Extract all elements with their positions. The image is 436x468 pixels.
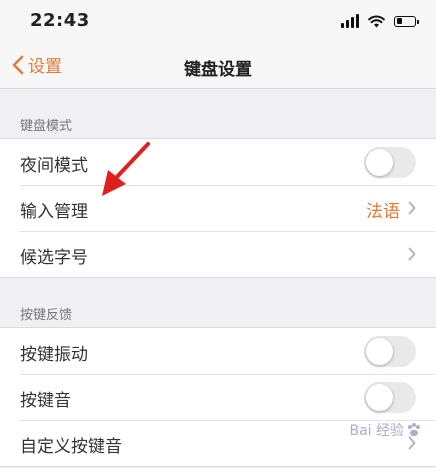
row-label: 夜间模式 — [20, 156, 88, 176]
baidu-watermark-logo: Bai 经验 — [349, 420, 422, 440]
row-key-sound[interactable]: 按键音 — [0, 374, 436, 420]
toggle-knob — [366, 149, 393, 176]
battery-level-fill — [396, 18, 402, 24]
key-vibration-toggle[interactable] — [364, 336, 416, 367]
row-label: 候选字号 — [20, 248, 88, 268]
row-input-management[interactable]: 输入管理 法语 — [0, 185, 436, 231]
key-sound-toggle[interactable] — [364, 382, 416, 413]
chevron-right-icon — [408, 247, 416, 261]
row-night-mode[interactable]: 夜间模式 — [0, 139, 436, 185]
group-key-feedback: 按键振动 按键音 自定义按键音 — [0, 327, 436, 467]
page-title: 键盘设置 — [184, 60, 252, 80]
chevron-right-icon — [408, 201, 416, 215]
wifi-icon — [368, 14, 385, 28]
toggle-knob — [366, 338, 393, 365]
section-header-key-feedback: 按键反馈 — [20, 308, 73, 323]
group-keyboard-mode: 夜间模式 输入管理 法语 候选字号 — [0, 138, 436, 278]
navigation-bar: 设置 键盘设置 — [0, 42, 436, 89]
status-icons — [341, 12, 419, 30]
row-label: 自定义按键音 — [20, 437, 122, 457]
row-key-vibration[interactable]: 按键振动 — [0, 328, 436, 374]
toggle-knob — [366, 384, 393, 411]
row-label: 输入管理 — [20, 202, 88, 222]
row-label: 按键音 — [20, 391, 71, 411]
section-header-keyboard-mode: 键盘模式 — [20, 119, 73, 134]
row-candidate-font-size[interactable]: 候选字号 — [0, 231, 436, 277]
cellular-signal-icon — [341, 14, 359, 28]
paw-icon — [408, 423, 420, 437]
night-mode-toggle[interactable] — [364, 147, 416, 178]
row-label: 按键振动 — [20, 345, 88, 365]
status-time: 22:43 — [30, 10, 90, 31]
row-value: 法语 — [366, 202, 400, 222]
battery-icon — [394, 15, 419, 27]
status-bar: 22:43 — [0, 0, 436, 42]
watermark-text: Bai 经验 — [349, 423, 404, 439]
